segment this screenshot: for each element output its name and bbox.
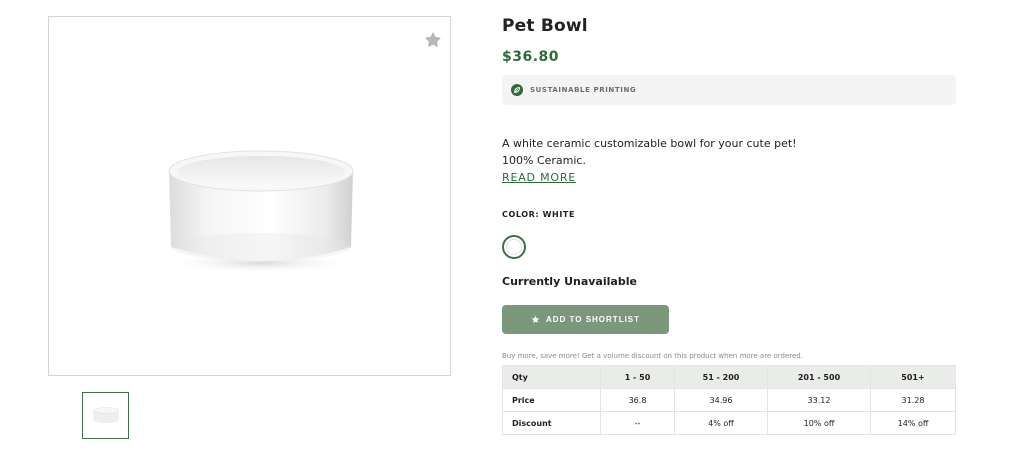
- table-cell: 14% off: [870, 411, 956, 435]
- thumbnail-image[interactable]: [82, 392, 129, 439]
- product-title: Pet Bowl: [502, 16, 588, 36]
- table-header-cell: 501+: [870, 365, 956, 389]
- table-header-cell: 201 - 500: [767, 365, 871, 389]
- leaf-icon: [511, 84, 523, 96]
- product-description: A white ceramic customizable bowl for yo…: [502, 135, 956, 186]
- table-cell: 33.12: [767, 388, 871, 412]
- sustainable-badge: SUSTAINABLE PRINTING: [502, 75, 956, 105]
- description-line: A white ceramic customizable bowl for yo…: [502, 137, 797, 150]
- star-icon: [531, 312, 540, 327]
- product-price: $36.80: [502, 49, 560, 65]
- table-cell: 31.28: [870, 388, 956, 412]
- read-more-link[interactable]: READ MORE: [502, 169, 576, 186]
- availability-status: Currently Unavailable: [502, 275, 637, 288]
- favorite-star-icon[interactable]: [422, 29, 444, 51]
- add-to-shortlist-button[interactable]: ADD TO SHORTLIST: [502, 305, 669, 334]
- table-cell: Discount: [502, 411, 601, 435]
- color-label: COLOR: WHITE: [502, 210, 576, 219]
- product-info: Pet Bowl $36.80 SUSTAINABLE PRINTING A w…: [502, 16, 956, 435]
- table-row: Discount -- 4% off 10% off 14% off: [502, 411, 956, 435]
- sustainable-label: SUSTAINABLE PRINTING: [530, 86, 637, 94]
- table-header-cell: Qty: [502, 365, 601, 389]
- table-cell: 36.8: [600, 388, 675, 412]
- table-cell: 10% off: [767, 411, 871, 435]
- table-cell: 4% off: [674, 411, 768, 435]
- table-cell: 34.96: [674, 388, 768, 412]
- color-swatch-white[interactable]: [502, 235, 526, 259]
- table-cell: Price: [502, 388, 601, 412]
- table-cell: --: [600, 411, 675, 435]
- shortlist-button-label: ADD TO SHORTLIST: [545, 315, 641, 324]
- description-line: 100% Ceramic.: [502, 154, 586, 167]
- volume-discount-note: Buy more, save more! Get a volume discou…: [502, 352, 803, 360]
- swatch-fill: [506, 239, 522, 255]
- table-header-cell: 1 - 50: [600, 365, 675, 389]
- table-header-row: Qty 1 - 50 51 - 200 201 - 500 501+: [502, 365, 956, 389]
- table-row: Price 36.8 34.96 33.12 31.28: [502, 388, 956, 412]
- product-image-frame: [48, 16, 451, 376]
- table-header-cell: 51 - 200: [674, 365, 768, 389]
- bowl-image[interactable]: [161, 141, 361, 281]
- volume-discount-table: Qty 1 - 50 51 - 200 201 - 500 501+ Price…: [502, 365, 956, 435]
